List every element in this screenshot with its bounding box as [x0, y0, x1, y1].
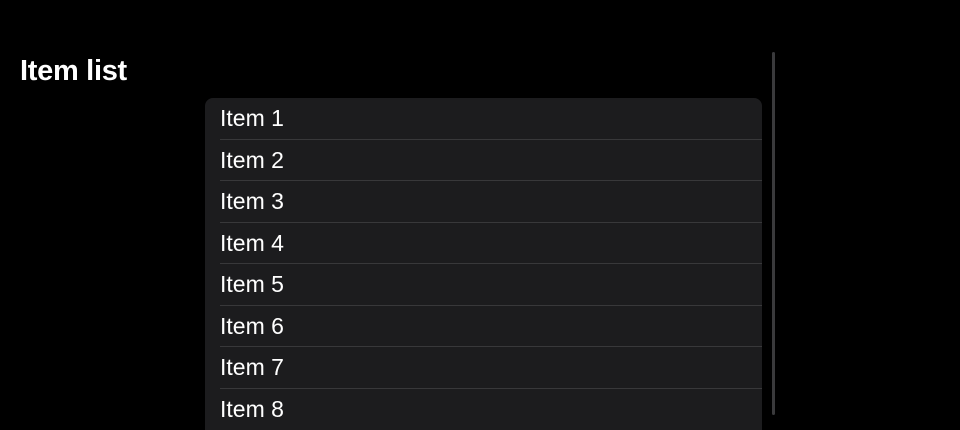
- list-item-label: Item 1: [220, 105, 284, 132]
- list-item-label: Item 3: [220, 188, 284, 215]
- list-item-4[interactable]: Item 4: [205, 223, 762, 265]
- list-item-label: Item 8: [220, 395, 284, 422]
- scrollbar[interactable]: [772, 52, 775, 415]
- list-item-label: Item 7: [220, 354, 284, 381]
- list-item-2[interactable]: Item 2: [205, 140, 762, 182]
- list-item-7[interactable]: Item 7: [205, 347, 762, 389]
- list-item-label: Item 2: [220, 146, 284, 173]
- page-title: Item list: [20, 55, 127, 87]
- list-item-5[interactable]: Item 5: [205, 264, 762, 306]
- list-item-6[interactable]: Item 6: [205, 306, 762, 348]
- list-item-label: Item 6: [220, 312, 284, 339]
- item-list: Item 1 Item 2 Item 3 Item 4 Item 5 Item …: [205, 98, 762, 430]
- list-item-1[interactable]: Item 1: [205, 98, 762, 140]
- list-item-label: Item 5: [220, 271, 284, 298]
- list-item-label: Item 4: [220, 229, 284, 256]
- list-item-3[interactable]: Item 3: [205, 181, 762, 223]
- list-item-8[interactable]: Item 8: [205, 389, 762, 430]
